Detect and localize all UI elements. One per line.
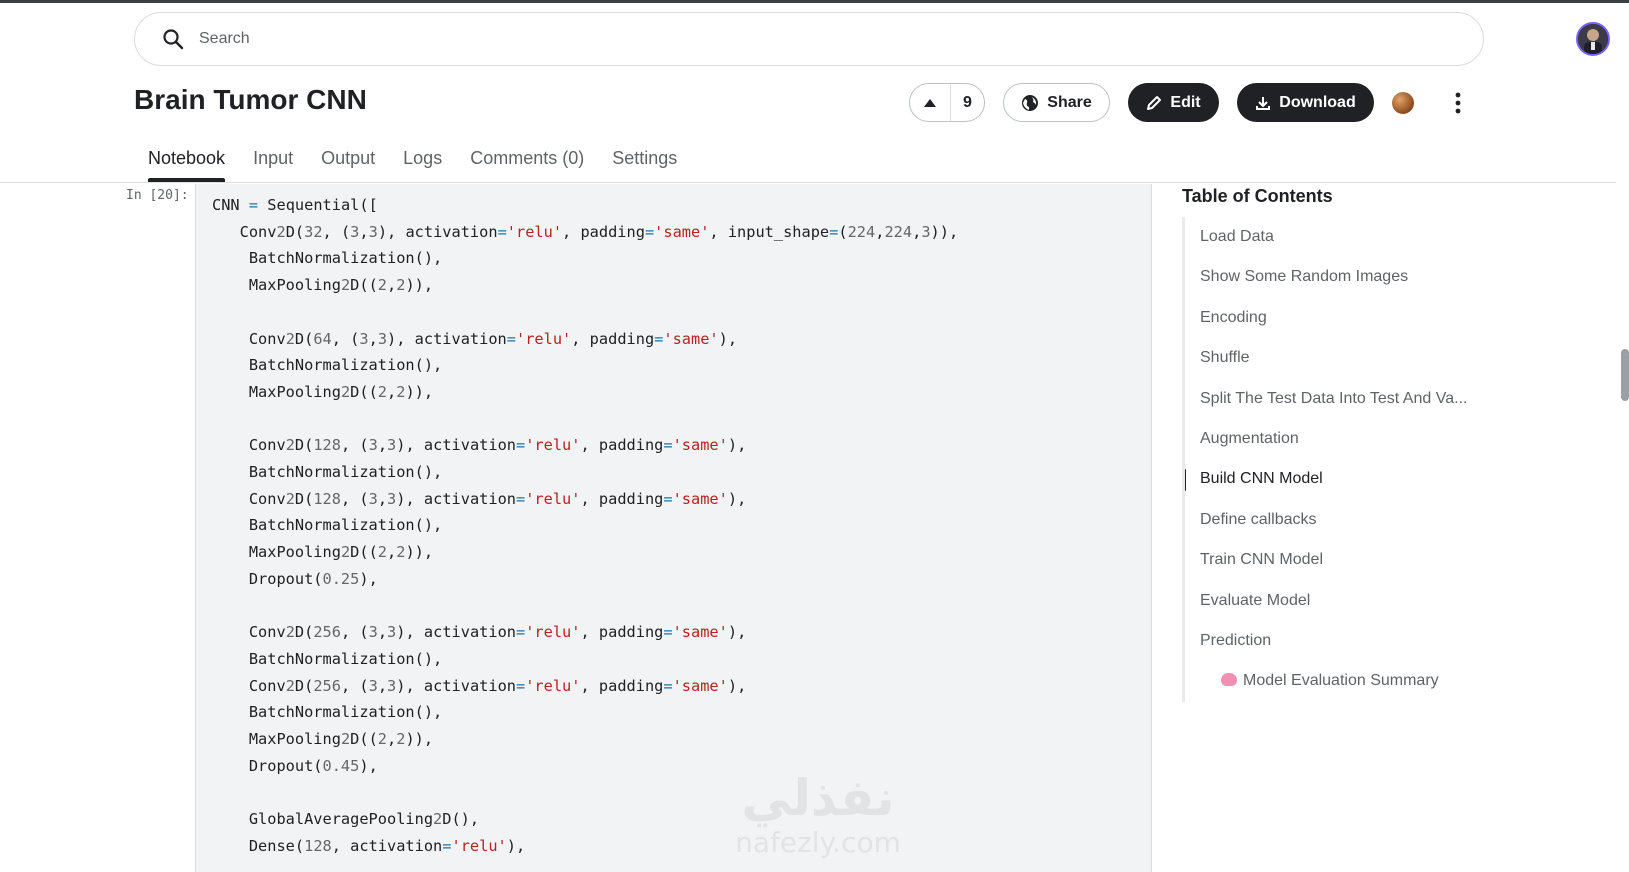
upvote-button[interactable]	[910, 84, 951, 121]
search-input[interactable]: Search	[199, 30, 250, 48]
code-line: BatchNormalization(),	[212, 516, 443, 535]
code-block[interactable]: CNN = Sequential([ Conv2D(32, (3,3), act…	[212, 192, 958, 860]
toc-item[interactable]: Encoding	[1185, 298, 1512, 338]
search-bar[interactable]: Search	[134, 12, 1484, 66]
toc-item-label: Encoding	[1200, 308, 1267, 326]
upvote-control[interactable]: 9	[909, 83, 985, 122]
page-title: Brain Tumor CNN	[134, 84, 367, 115]
kebab-icon	[1455, 92, 1461, 114]
code-line: BatchNormalization(),	[212, 649, 443, 668]
brain-icon	[1221, 673, 1237, 687]
toc-item-label: Evaluate Model	[1200, 591, 1311, 609]
download-icon	[1256, 96, 1271, 110]
code-cell[interactable]: CNN = Sequential([ Conv2D(32, (3,3), act…	[195, 184, 1152, 872]
search-icon	[163, 29, 184, 50]
pencil-icon	[1147, 95, 1162, 110]
tab-comments[interactable]: Comments (0)	[456, 140, 598, 182]
code-line: BatchNormalization(),	[212, 356, 443, 375]
tab-input[interactable]: Input	[239, 140, 307, 182]
code-line: Conv2D(32, (3,3), activation='relu', pad…	[212, 222, 959, 241]
tab-notebook[interactable]: Notebook	[134, 140, 239, 182]
toc-item-label: Augmentation	[1200, 429, 1299, 447]
share-label: Share	[1047, 93, 1092, 111]
toc-item[interactable]: Shuffle	[1185, 338, 1512, 378]
tab-settings[interactable]: Settings	[598, 140, 691, 182]
table-of-contents: Table of Contents Load Data Show Some Ran…	[1182, 186, 1512, 702]
toc-item[interactable]: Prediction	[1185, 621, 1512, 661]
tab-logs[interactable]: Logs	[389, 140, 456, 182]
user-avatar[interactable]	[1576, 22, 1610, 56]
toc-item-label: Show Some Random Images	[1200, 268, 1409, 286]
download-label: Download	[1279, 93, 1356, 111]
toc-item-label: Define callbacks	[1200, 510, 1317, 528]
toc-item[interactable]: Evaluate Model	[1185, 581, 1512, 621]
toc-item[interactable]: Show Some Random Images	[1185, 257, 1512, 297]
code-line: CNN = Sequential([	[212, 196, 378, 214]
top-border	[0, 0, 1629, 3]
code-line: Conv2D(128, (3,3), activation='relu', pa…	[212, 489, 747, 508]
toc-item-label: Build CNN Model	[1200, 470, 1323, 488]
toc-item[interactable]: Load Data	[1185, 217, 1512, 257]
code-line: Conv2D(64, (3,3), activation='relu', pad…	[212, 329, 738, 348]
caret-up-icon	[924, 98, 936, 107]
code-line: Conv2D(256, (3,3), activation='relu', pa…	[212, 623, 747, 642]
code-line: MaxPooling2D((2,2)),	[212, 276, 434, 295]
toc-item-label: Split The Test Data Into Test And Va...	[1200, 389, 1468, 407]
toc-item-label: Load Data	[1200, 228, 1274, 245]
tabs-divider	[0, 182, 1616, 183]
toc-item-label: Shuffle	[1200, 349, 1250, 367]
share-button[interactable]: Share	[1003, 83, 1110, 122]
code-line: BatchNormalization(),	[212, 703, 443, 722]
code-line: MaxPooling2D((2,2)),	[212, 382, 434, 401]
toc-item[interactable]: Model Evaluation Summary	[1185, 661, 1512, 701]
toc-item[interactable]: Define callbacks	[1185, 500, 1512, 540]
code-line: Conv2D(256, (3,3), activation='relu', pa…	[212, 676, 747, 695]
code-line: BatchNormalization(),	[212, 249, 443, 268]
code-line: MaxPooling2D((2,2)),	[212, 543, 434, 562]
edit-label: Edit	[1170, 93, 1201, 111]
globe-icon	[1022, 94, 1039, 111]
download-button[interactable]: Download	[1237, 83, 1374, 122]
code-line: BatchNormalization(),	[212, 463, 443, 482]
notebook-tabs: Notebook Input Output Logs Comments (0) …	[134, 140, 691, 182]
tab-output[interactable]: Output	[307, 140, 389, 182]
edit-button[interactable]: Edit	[1128, 83, 1219, 122]
code-line: Dropout(0.25),	[212, 569, 378, 588]
vote-count: 9	[963, 93, 972, 111]
code-line: Dense(128, activation='relu'),	[212, 836, 526, 855]
cell-prompt: In [20]:	[126, 188, 189, 203]
avatar-icon	[1578, 24, 1608, 54]
code-line: Conv2D(128, (3,3), activation='relu', pa…	[212, 436, 747, 455]
toc-item[interactable]: Split The Test Data Into Test And Va...	[1185, 379, 1512, 419]
toc-item-label: Prediction	[1200, 631, 1272, 649]
toc-item-label: Model Evaluation Summary	[1243, 672, 1439, 690]
medal-icon	[1392, 92, 1414, 114]
more-options-button[interactable]	[1448, 90, 1468, 116]
toc-item[interactable]: Augmentation	[1185, 419, 1512, 459]
toc-item-label: Train CNN Model	[1200, 551, 1323, 569]
toc-item[interactable]: Build CNN Model	[1185, 459, 1512, 499]
toc-list: Load Data Show Some Random Images Encoding…	[1182, 217, 1512, 702]
toc-item[interactable]: Train CNN Model	[1185, 540, 1512, 580]
code-line: Dropout(0.45),	[212, 756, 378, 775]
page-scrollbar[interactable]	[1621, 349, 1629, 401]
toc-title: Table of Contents	[1182, 186, 1333, 206]
code-line: MaxPooling2D((2,2)),	[212, 730, 434, 749]
code-line: GlobalAveragePooling2D(),	[212, 810, 480, 829]
